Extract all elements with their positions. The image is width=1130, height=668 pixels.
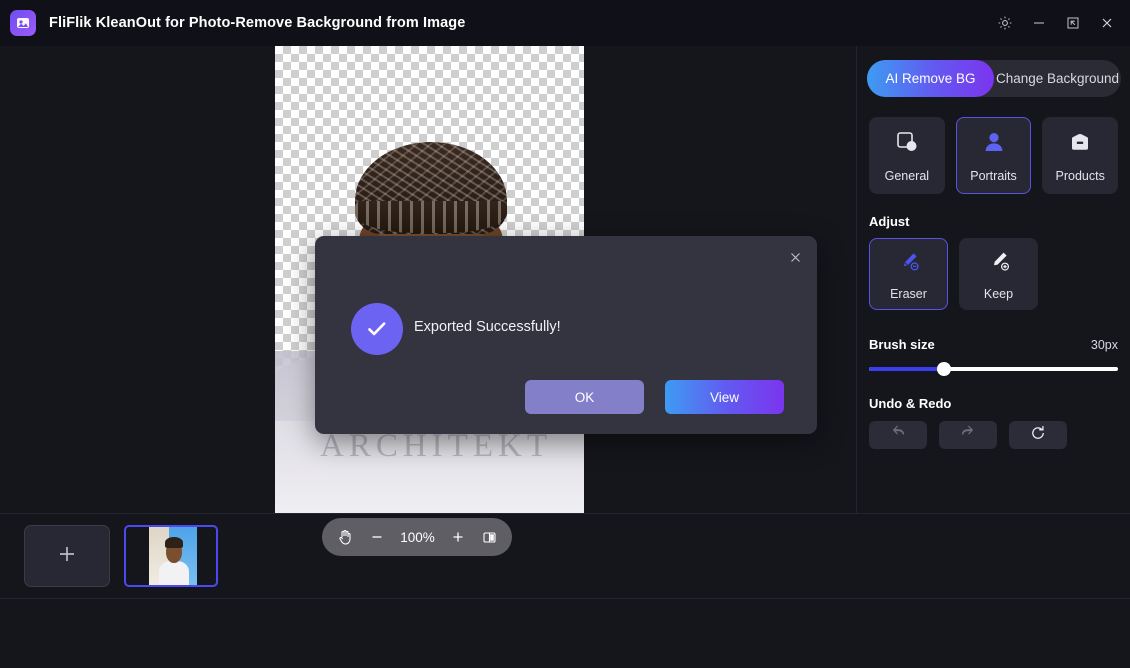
mode-general-label: General [885, 169, 929, 183]
reset-button[interactable] [1009, 421, 1067, 449]
slider-fill [869, 367, 944, 371]
mode-tabs: AI Remove BG Change Background [867, 60, 1121, 97]
brush-size-slider[interactable] [869, 362, 1118, 376]
mode-products[interactable]: Products [1042, 117, 1118, 194]
image-thumbnail[interactable] [124, 525, 218, 587]
dialog-message: Exported Successfully! [414, 319, 561, 335]
view-button[interactable]: View [665, 380, 784, 414]
mode-products-label: Products [1056, 169, 1105, 183]
footer-bar: Export All Export [0, 598, 1130, 668]
zoom-in-button[interactable] [450, 529, 466, 545]
export-success-dialog: Exported Successfully! OK View [315, 236, 817, 434]
subject-type-group: General Portraits Produc [867, 117, 1120, 194]
tab-ai-remove-bg[interactable]: AI Remove BG [867, 60, 994, 97]
app-logo-icon [10, 10, 36, 36]
brush-plus-icon [986, 248, 1012, 279]
redo-arrow-icon [959, 424, 977, 447]
brush-size-value: 30px [1091, 338, 1118, 352]
app-window: FliFlik KleanOut for Photo-Remove Backgr… [0, 0, 1130, 668]
tool-eraser-label: Eraser [890, 287, 927, 301]
package-box-icon [1067, 129, 1093, 160]
undo-redo-group [867, 421, 1120, 449]
close-icon[interactable] [783, 245, 807, 269]
tool-keep-label: Keep [984, 287, 1013, 301]
person-portrait-icon [981, 129, 1007, 160]
mode-general[interactable]: General [869, 117, 945, 194]
reset-refresh-icon [1029, 424, 1047, 447]
adjust-tools-group: Eraser Keep [867, 238, 1120, 310]
filmstrip [0, 513, 1130, 598]
brush-size-label: Brush size [869, 337, 935, 352]
add-image-button[interactable] [24, 525, 110, 587]
mode-portraits-label: Portraits [970, 169, 1017, 183]
restore-down-icon[interactable] [1056, 8, 1090, 38]
undo-redo-title: Undo & Redo [869, 396, 1120, 411]
mode-portraits[interactable]: Portraits [956, 117, 1032, 194]
brush-minus-icon [896, 248, 922, 279]
redo-button[interactable] [939, 421, 997, 449]
tool-keep[interactable]: Keep [959, 238, 1038, 310]
undo-arrow-icon [889, 424, 907, 447]
zoom-out-button[interactable] [369, 529, 385, 545]
app-title: FliFlik KleanOut for Photo-Remove Backgr… [49, 15, 465, 31]
zoom-level-label: 100% [400, 530, 435, 545]
shape-square-circle-icon [894, 129, 920, 160]
gear-icon[interactable] [988, 8, 1022, 38]
slider-thumb[interactable] [937, 362, 951, 376]
brush-size-header: Brush size 30px [869, 337, 1118, 352]
close-icon[interactable] [1090, 8, 1124, 38]
hand-pan-icon[interactable] [336, 528, 354, 546]
plus-icon [55, 542, 79, 571]
zoom-toolbar: 100% [322, 518, 512, 556]
title-bar: FliFlik KleanOut for Photo-Remove Backgr… [0, 0, 1130, 46]
check-circle-icon [351, 303, 403, 355]
tools-panel: AI Remove BG Change Background General [856, 46, 1130, 513]
window-controls [988, 0, 1124, 46]
compare-split-icon[interactable] [481, 529, 498, 546]
tab-change-background[interactable]: Change Background [994, 60, 1121, 97]
tool-eraser[interactable]: Eraser [869, 238, 948, 310]
minimize-icon[interactable] [1022, 8, 1056, 38]
adjust-section-title: Adjust [869, 214, 1120, 229]
ok-button[interactable]: OK [525, 380, 644, 414]
undo-button[interactable] [869, 421, 927, 449]
